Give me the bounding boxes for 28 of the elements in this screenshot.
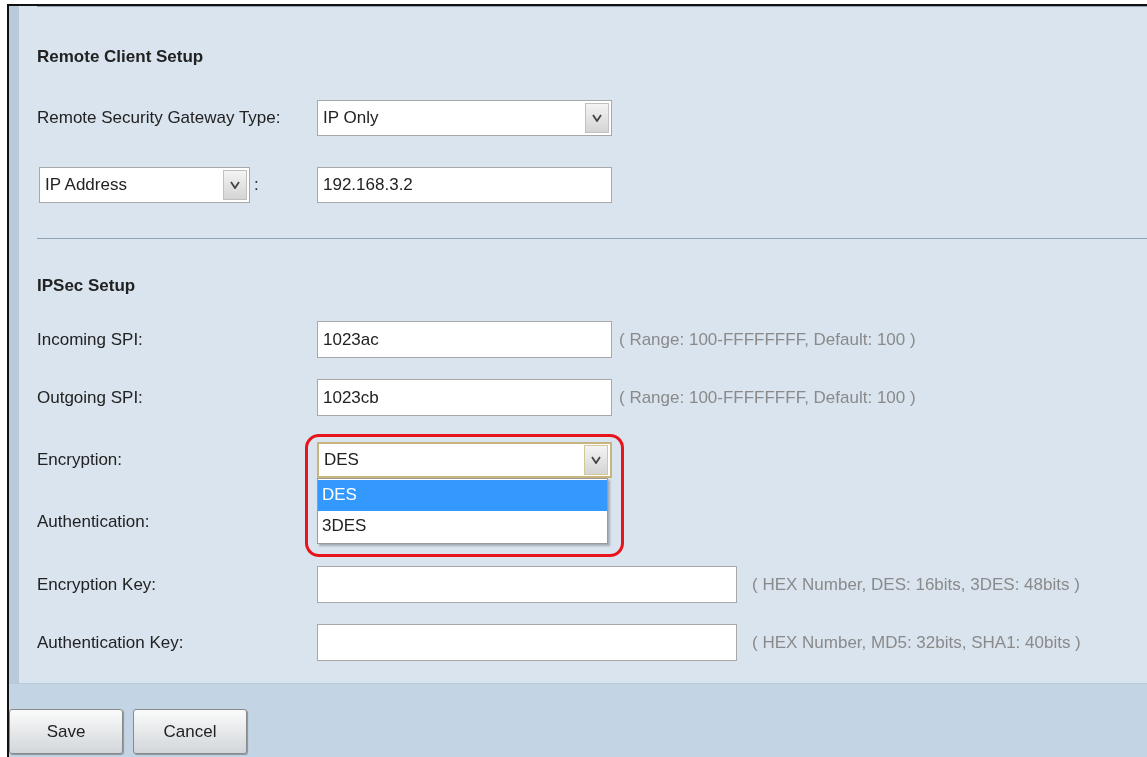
field-label: Incoming SPI: xyxy=(37,328,144,351)
colon-separator: : xyxy=(254,173,259,196)
field-label: Authentication Key: xyxy=(37,631,185,654)
hint-text: ( HEX Number, DES: 16bits, 3DES: 48bits ) xyxy=(752,573,1080,596)
input-field[interactable]: 1023cb xyxy=(317,379,612,416)
hint-text: ( HEX Number, MD5: 32bits, SHA1: 40bits ) xyxy=(752,631,1081,654)
action-button[interactable]: Save xyxy=(9,709,123,754)
dropdown[interactable]: IP Address xyxy=(39,166,250,203)
chevron-down-icon xyxy=(230,180,240,189)
chevron-down-icon xyxy=(591,455,601,464)
field-label: Outgoing SPI: xyxy=(37,386,144,409)
hint-text: ( Range: 100-FFFFFFFF, Default: 100 ) xyxy=(619,328,916,351)
section-title: IPSec Setup xyxy=(37,275,136,298)
field-label: Encryption: xyxy=(37,448,124,471)
dropdown[interactable]: IP Only xyxy=(317,99,612,136)
chevron-down-icon xyxy=(592,113,602,122)
dropdown-option[interactable]: 3DES xyxy=(318,510,607,542)
field-label: Remote Security Gateway Type: xyxy=(37,106,282,129)
section-title: Remote Client Setup xyxy=(37,46,204,69)
dropdown[interactable]: DES xyxy=(317,441,612,478)
input-field[interactable]: 192.168.3.2 xyxy=(317,166,612,203)
input-field[interactable]: 1023ac xyxy=(317,321,612,358)
action-button[interactable]: Cancel xyxy=(133,709,247,754)
input-field[interactable] xyxy=(317,624,737,661)
field-label: Authentication: xyxy=(37,510,151,533)
field-label: Encryption Key: xyxy=(37,573,158,596)
hint-text: ( Range: 100-FFFFFFFF, Default: 100 ) xyxy=(619,386,916,409)
input-field[interactable] xyxy=(317,566,737,603)
